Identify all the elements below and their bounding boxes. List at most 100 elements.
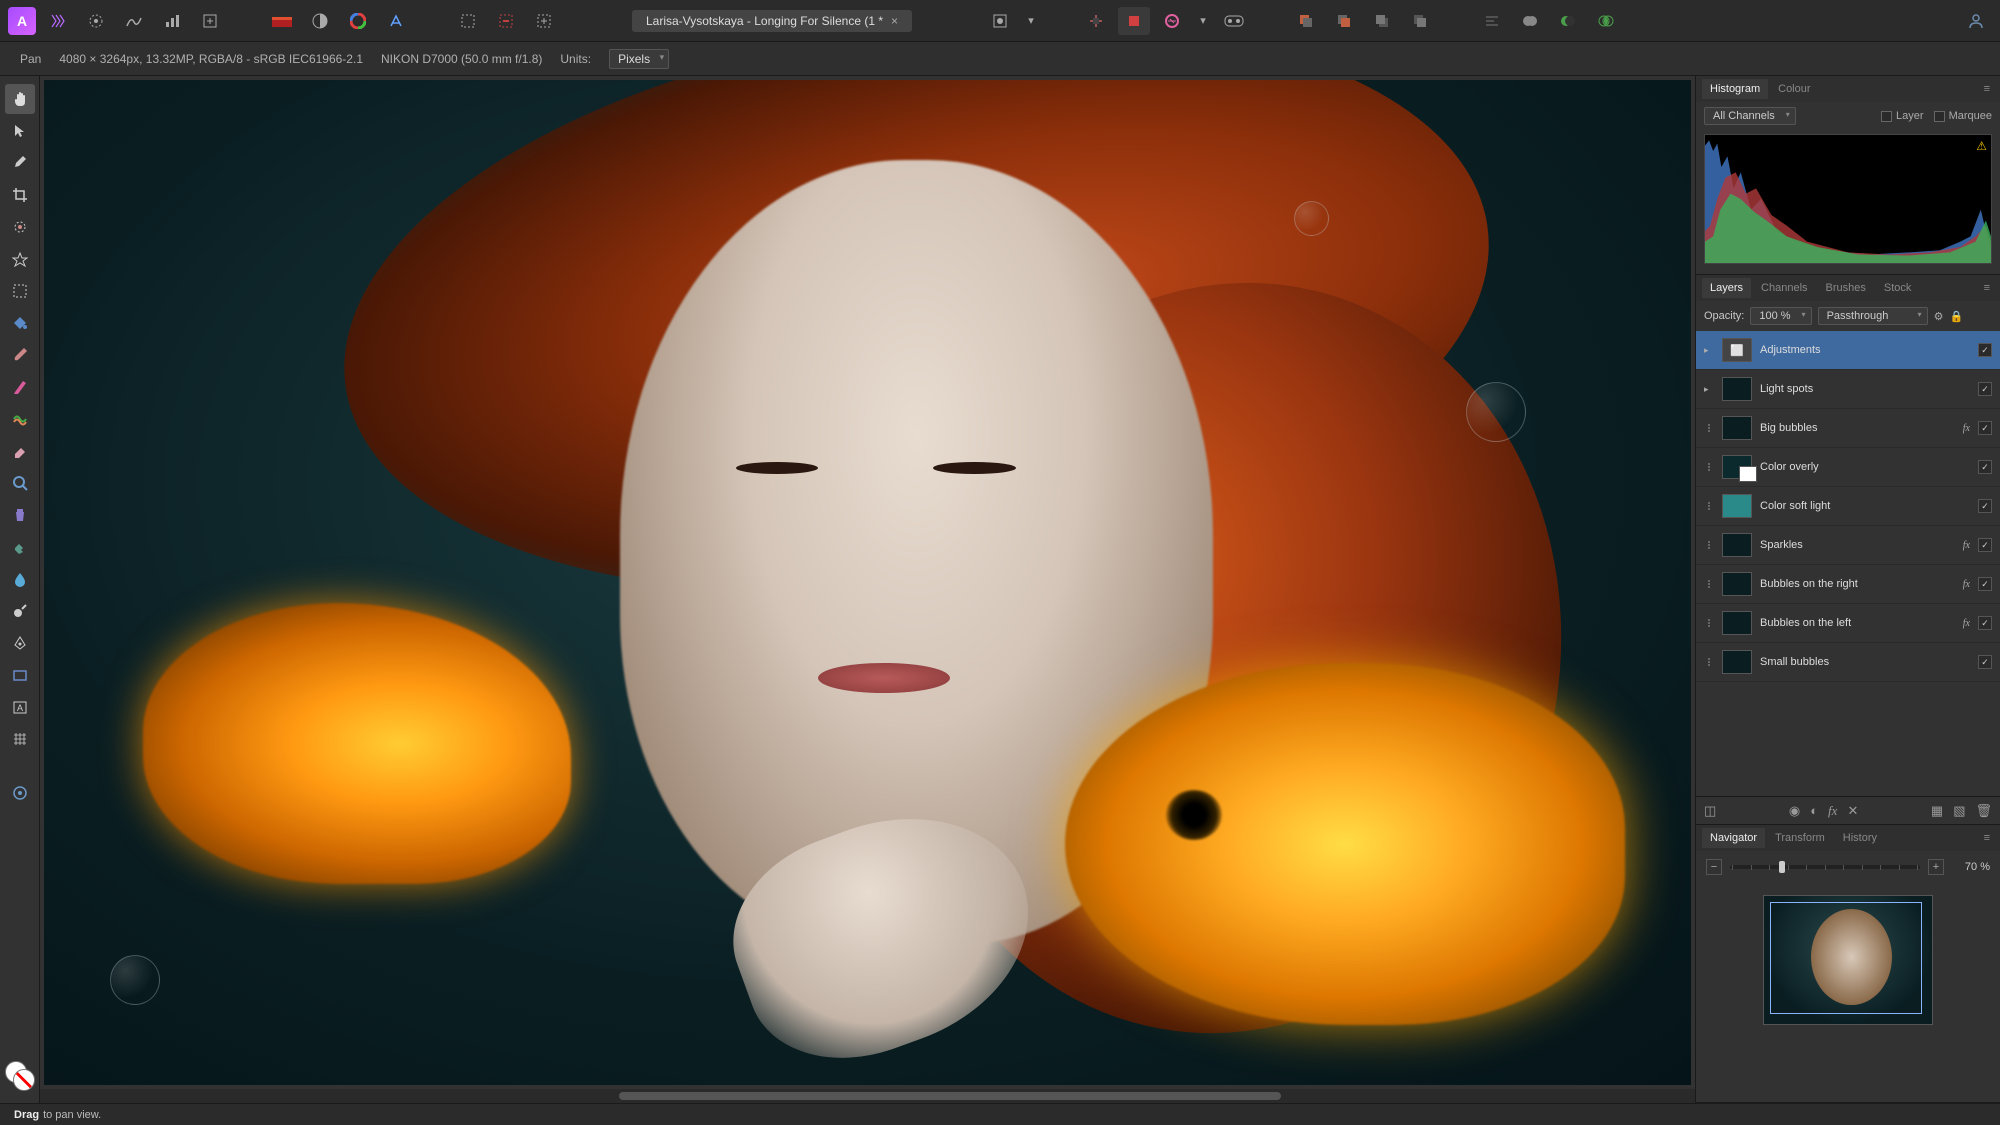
dodge-tool-icon[interactable] bbox=[5, 596, 35, 626]
fill-tool-icon[interactable] bbox=[5, 308, 35, 338]
layer-row[interactable]: Small bubbles bbox=[1696, 643, 2000, 682]
move-tool-icon[interactable] bbox=[5, 116, 35, 146]
selection-brush-tool-icon[interactable] bbox=[5, 212, 35, 242]
boolean-subtract-icon[interactable] bbox=[1552, 7, 1584, 35]
group-layers-icon[interactable]: ▦ bbox=[1931, 803, 1943, 819]
dropdown-icon[interactable]: ▾ bbox=[1022, 7, 1040, 35]
tab-history[interactable]: History bbox=[1835, 828, 1885, 848]
add-pixel-layer-icon[interactable]: ▧ bbox=[1953, 803, 1965, 819]
units-select[interactable]: Pixels bbox=[609, 49, 669, 69]
arrange-forward-icon[interactable] bbox=[1366, 7, 1398, 35]
mask-from-selection-icon[interactable]: ◫ bbox=[1704, 803, 1716, 819]
crop-tool-icon[interactable] bbox=[5, 180, 35, 210]
blur-tool-icon[interactable] bbox=[5, 564, 35, 594]
healing-brush-tool-icon[interactable] bbox=[5, 532, 35, 562]
boolean-add-icon[interactable] bbox=[1514, 7, 1546, 35]
layer-row[interactable]: Sparklesfx bbox=[1696, 526, 2000, 565]
align-icon[interactable] bbox=[1476, 7, 1508, 35]
layer-row[interactable]: ▸Light spots bbox=[1696, 370, 2000, 409]
lock-icon[interactable]: 🔒 bbox=[1949, 310, 1963, 323]
persona-liquify-icon[interactable] bbox=[80, 7, 112, 35]
layer-row[interactable]: Color soft light bbox=[1696, 487, 2000, 526]
add-live-filter-icon[interactable]: ✕ bbox=[1847, 803, 1858, 819]
expand-icon[interactable] bbox=[1704, 424, 1714, 432]
visibility-checkbox[interactable] bbox=[1978, 538, 1992, 552]
tab-brushes[interactable]: Brushes bbox=[1818, 278, 1874, 298]
selection-subtract-icon[interactable] bbox=[490, 7, 522, 35]
flood-select-tool-icon[interactable] bbox=[5, 244, 35, 274]
zoom-tool-icon[interactable] bbox=[5, 468, 35, 498]
dropdown-icon[interactable]: ▾ bbox=[1194, 7, 1212, 35]
layer-row[interactable]: Bubbles on the rightfx bbox=[1696, 565, 2000, 604]
arrange-backward-icon[interactable] bbox=[1328, 7, 1360, 35]
visibility-checkbox[interactable] bbox=[1978, 421, 1992, 435]
zoom-in-button[interactable]: + bbox=[1928, 859, 1944, 875]
contrast-icon[interactable] bbox=[304, 7, 336, 35]
paint-brush-tool-icon[interactable] bbox=[5, 340, 35, 370]
visibility-checkbox[interactable] bbox=[1978, 382, 1992, 396]
tab-layers[interactable]: Layers bbox=[1702, 278, 1751, 298]
channels-select[interactable]: All Channels bbox=[1704, 107, 1796, 125]
color-swatches[interactable] bbox=[5, 1061, 35, 1091]
account-icon[interactable] bbox=[1960, 7, 1992, 35]
add-adjustment-icon[interactable]: ◐ bbox=[1810, 803, 1818, 818]
zoom-slider[interactable] bbox=[1730, 865, 1920, 869]
snap-toggle-icon[interactable] bbox=[1080, 7, 1112, 35]
marquee-checkbox[interactable]: Marquee bbox=[1934, 110, 1992, 122]
document-canvas[interactable] bbox=[44, 80, 1691, 1085]
arrange-back-icon[interactable] bbox=[1290, 7, 1322, 35]
layer-row[interactable]: Color overly bbox=[1696, 448, 2000, 487]
tab-transform[interactable]: Transform bbox=[1767, 828, 1833, 848]
persona-photo-icon[interactable] bbox=[42, 7, 74, 35]
visibility-checkbox[interactable] bbox=[1978, 655, 1992, 669]
app-logo[interactable]: A bbox=[8, 7, 36, 35]
persona-export-icon[interactable] bbox=[194, 7, 226, 35]
expand-icon[interactable] bbox=[1704, 580, 1714, 588]
visibility-checkbox[interactable] bbox=[1978, 499, 1992, 513]
add-mask-icon[interactable]: ◉ bbox=[1789, 803, 1800, 819]
persona-develop-icon[interactable] bbox=[118, 7, 150, 35]
pen-tool-icon[interactable] bbox=[5, 628, 35, 658]
text-tool-icon[interactable]: A bbox=[5, 692, 35, 722]
vr-icon[interactable] bbox=[1218, 7, 1250, 35]
visibility-checkbox[interactable] bbox=[1978, 577, 1992, 591]
tab-channels[interactable]: Channels bbox=[1753, 278, 1815, 298]
layer-checkbox[interactable]: Layer bbox=[1881, 110, 1924, 122]
background-swatch[interactable] bbox=[13, 1069, 35, 1091]
opacity-field[interactable]: 100 % bbox=[1750, 307, 1811, 325]
expand-icon[interactable]: ▸ bbox=[1704, 384, 1714, 395]
horizontal-scrollbar[interactable] bbox=[40, 1089, 1695, 1103]
visibility-checkbox[interactable] bbox=[1978, 460, 1992, 474]
hand-tool-icon[interactable] bbox=[5, 84, 35, 114]
erase-tool-icon[interactable] bbox=[5, 436, 35, 466]
expand-icon[interactable]: ▸ bbox=[1704, 345, 1714, 356]
panel-menu-icon[interactable]: ≡ bbox=[1980, 832, 1994, 844]
persona-tonemap-icon[interactable] bbox=[156, 7, 188, 35]
pixel-tool-icon[interactable] bbox=[5, 372, 35, 402]
record-icon[interactable] bbox=[1118, 7, 1150, 35]
selection-new-icon[interactable] bbox=[452, 7, 484, 35]
auto-icon[interactable] bbox=[380, 7, 412, 35]
blend-mode-select[interactable]: Passthrough bbox=[1818, 307, 1928, 325]
expand-icon[interactable] bbox=[1704, 502, 1714, 510]
arrange-front-icon[interactable] bbox=[1404, 7, 1436, 35]
gear-icon[interactable]: ⚙ bbox=[1934, 310, 1944, 323]
color-wheel-icon[interactable] bbox=[342, 7, 374, 35]
color-picker-tool-icon[interactable] bbox=[5, 148, 35, 178]
document-tab[interactable]: Larisa-Vysotskaya - Longing For Silence … bbox=[632, 10, 912, 32]
visibility-checkbox[interactable] bbox=[1978, 616, 1992, 630]
visibility-checkbox[interactable] bbox=[1978, 343, 1992, 357]
panel-menu-icon[interactable]: ≡ bbox=[1980, 83, 1994, 95]
tab-colour[interactable]: Colour bbox=[1770, 79, 1818, 99]
tab-navigator[interactable]: Navigator bbox=[1702, 828, 1765, 848]
expand-icon[interactable] bbox=[1704, 619, 1714, 627]
tab-histogram[interactable]: Histogram bbox=[1702, 79, 1768, 99]
boolean-intersect-icon[interactable] bbox=[1590, 7, 1622, 35]
expand-icon[interactable] bbox=[1704, 463, 1714, 471]
tab-stock[interactable]: Stock bbox=[1876, 278, 1920, 298]
zoom-out-button[interactable]: − bbox=[1706, 859, 1722, 875]
marquee-tool-icon[interactable] bbox=[5, 276, 35, 306]
expand-icon[interactable] bbox=[1704, 658, 1714, 666]
clone-tool-icon[interactable] bbox=[5, 500, 35, 530]
navigator-preview[interactable] bbox=[1696, 883, 2000, 1102]
